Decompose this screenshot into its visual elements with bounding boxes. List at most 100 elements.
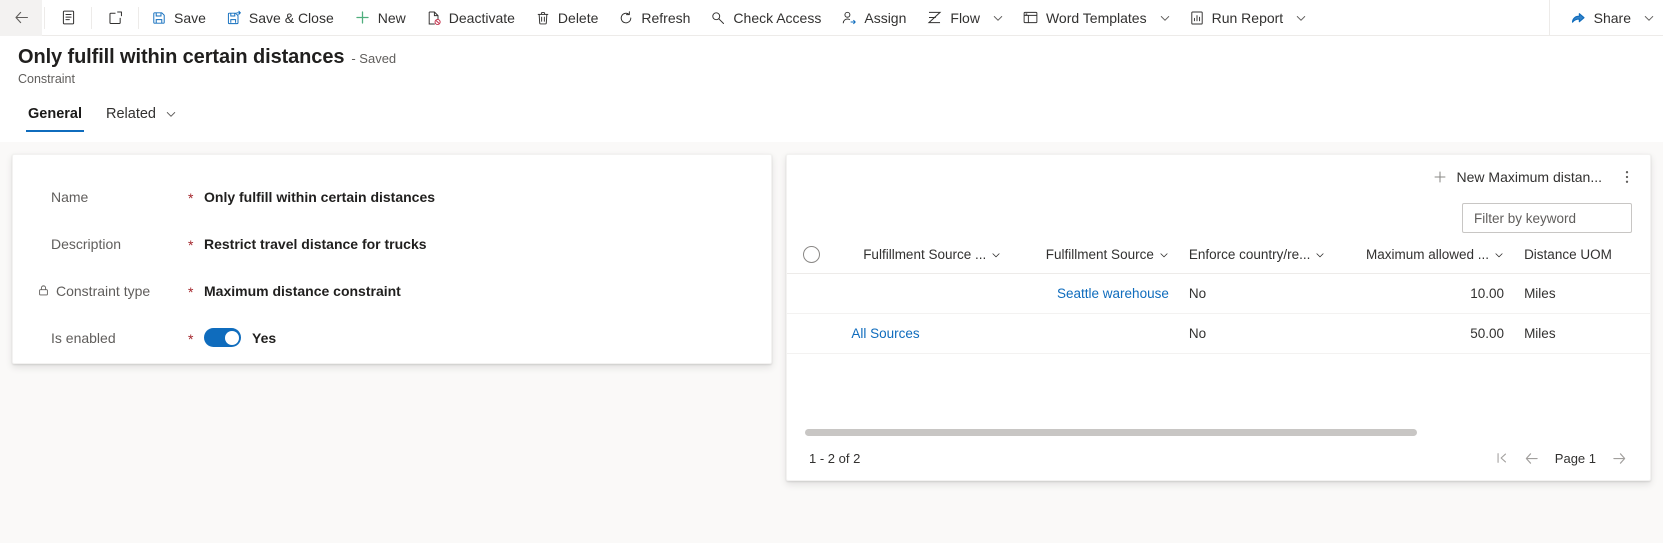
command-bar-right-group: Share (1548, 0, 1663, 36)
page-number-label: Page 1 (1554, 450, 1596, 466)
flow-icon (926, 9, 943, 26)
save-status: - Saved (351, 51, 397, 66)
save-and-close-button-label: Save & Close (248, 9, 334, 26)
cell-fulfillment-source-type: All Sources (841, 313, 1012, 354)
save-button-label: Save (174, 9, 206, 26)
cell-maximum-allowed-distance: 10.00 (1346, 273, 1515, 314)
run-report-chevron-down-icon[interactable] (1293, 0, 1315, 36)
cell-maximum-allowed-distance: 50.00 (1346, 313, 1515, 354)
run-report-button-label: Run Report (1211, 9, 1284, 26)
record-header: Only fulfill within certain distances - … (0, 36, 1663, 132)
is-enabled-toggle[interactable] (204, 328, 241, 347)
delete-button[interactable]: Delete (525, 0, 608, 36)
word-templates-button[interactable]: Word Templates (1012, 0, 1157, 36)
divider (44, 6, 45, 29)
column-header-label: Distance UOM (1524, 247, 1612, 263)
deactivate-button[interactable]: Deactivate (416, 0, 525, 36)
field-is-enabled-required-marker: * (188, 331, 194, 347)
field-description-label: Description (13, 236, 188, 252)
is-enabled-toggle-value: Yes (252, 329, 277, 346)
new-maximum-distance-button[interactable]: New Maximum distan... (1424, 161, 1610, 193)
word-templates-button-label: Word Templates (1045, 9, 1147, 26)
share-chevron-down-icon[interactable] (1641, 0, 1663, 36)
fulfillment-source-link[interactable]: Seattle warehouse (1057, 286, 1169, 301)
column-header-distance-uom[interactable]: Distance UOM (1514, 237, 1650, 274)
new-button-label: New (377, 9, 406, 26)
share-icon (1570, 9, 1587, 26)
first-page-icon[interactable] (1489, 445, 1515, 471)
chevron-down-icon (165, 108, 177, 120)
open-in-new-window-button[interactable] (94, 0, 136, 36)
select-all-circle-icon[interactable] (803, 246, 820, 264)
plus-icon (354, 9, 371, 26)
previous-page-icon[interactable] (1519, 445, 1545, 471)
column-header-label: Maximum allowed ... (1366, 247, 1490, 263)
save-and-close-button[interactable]: Save & Close (216, 0, 344, 36)
plus-icon (1432, 169, 1448, 185)
open-in-new-window-icon (107, 9, 124, 26)
refresh-button-label: Refresh (641, 9, 691, 26)
tab-list: General Related (18, 100, 1663, 132)
check-access-button[interactable]: Check Access (700, 0, 831, 36)
tab-general[interactable]: General (18, 100, 92, 132)
field-description-value[interactable]: Restrict travel distance for trucks (204, 236, 427, 252)
more-vertical-icon[interactable] (1612, 161, 1642, 193)
field-description: Description * Restrict travel distance f… (13, 220, 771, 267)
table-row[interactable]: All Sources No 50.00 Miles (787, 313, 1650, 354)
next-page-icon[interactable] (1606, 445, 1632, 471)
subgrid-body: Seattle warehouse No 10.00 Miles All Sou… (787, 273, 1650, 354)
column-header-fulfillment-source[interactable]: Fulfillment Source (1011, 237, 1179, 274)
form-selector-button[interactable] (47, 0, 89, 36)
horizontal-scrollbar-thumb[interactable] (805, 429, 1417, 436)
deactivate-icon (426, 10, 442, 26)
assign-button-label: Assign (864, 9, 907, 26)
lock-icon (37, 284, 50, 297)
header-row: Fulfillment Source ... Fulfillment Sourc… (787, 237, 1650, 274)
field-name-value[interactable]: Only fulfill within certain distances (204, 189, 435, 205)
cell-fulfillment-source (1011, 313, 1179, 354)
field-name-required-marker: * (188, 190, 194, 206)
column-header-maximum-allowed-distance[interactable]: Maximum allowed ... (1346, 237, 1515, 274)
share-button-label: Share (1593, 9, 1631, 26)
entity-name: Constraint (18, 72, 75, 86)
general-form-section: Name * Only fulfill within certain dista… (12, 154, 772, 364)
delete-button-label: Delete (557, 9, 599, 26)
new-maximum-distance-button-label: New Maximum distan... (1456, 169, 1602, 185)
save-button[interactable]: Save (141, 0, 216, 36)
run-report-button[interactable]: Run Report (1179, 0, 1294, 36)
back-button[interactable] (0, 0, 42, 36)
cell-distance-uom: Miles (1514, 273, 1650, 314)
column-header-enforce-country-region[interactable]: Enforce country/re... (1178, 237, 1347, 274)
refresh-icon (618, 10, 634, 26)
field-is-enabled-label: Is enabled (13, 330, 188, 346)
assign-button[interactable]: Assign (831, 0, 916, 36)
flow-button[interactable]: Flow (916, 0, 990, 36)
divider (91, 6, 92, 29)
deactivate-button-label: Deactivate (448, 9, 515, 26)
flow-chevron-down-icon[interactable] (990, 0, 1012, 36)
flow-button-label: Flow (950, 9, 980, 26)
chevron-down-icon (1494, 250, 1504, 260)
field-constraint-type-label: Constraint type (13, 283, 188, 299)
tab-general-label: General (28, 106, 82, 122)
search-input[interactable] (1472, 209, 1622, 227)
fulfillment-source-type-link[interactable]: All Sources (851, 326, 919, 341)
filter-by-keyword-box[interactable] (1462, 203, 1632, 233)
cell-distance-uom: Miles (1514, 313, 1650, 354)
tab-related[interactable]: Related (96, 100, 187, 132)
word-templates-chevron-down-icon[interactable] (1157, 0, 1179, 36)
share-button[interactable]: Share (1560, 0, 1641, 36)
report-chart-icon (1189, 10, 1205, 26)
table-row[interactable]: Seattle warehouse No 10.00 Miles (787, 273, 1650, 314)
refresh-button[interactable]: Refresh (608, 0, 700, 36)
row-select-cell[interactable] (787, 313, 842, 354)
record-count: 1 - 2 of 2 (809, 450, 861, 466)
column-header-label: Fulfillment Source ... (863, 247, 987, 263)
pagination-controls: Page 1 (1489, 445, 1632, 471)
tab-related-label: Related (106, 106, 156, 122)
cell-enforce-country-region: No (1178, 273, 1347, 314)
column-header-fulfillment-source-type[interactable]: Fulfillment Source ... (841, 237, 1012, 274)
row-select-cell[interactable] (787, 273, 842, 314)
word-template-icon (1022, 9, 1039, 26)
new-button[interactable]: New (344, 0, 416, 36)
